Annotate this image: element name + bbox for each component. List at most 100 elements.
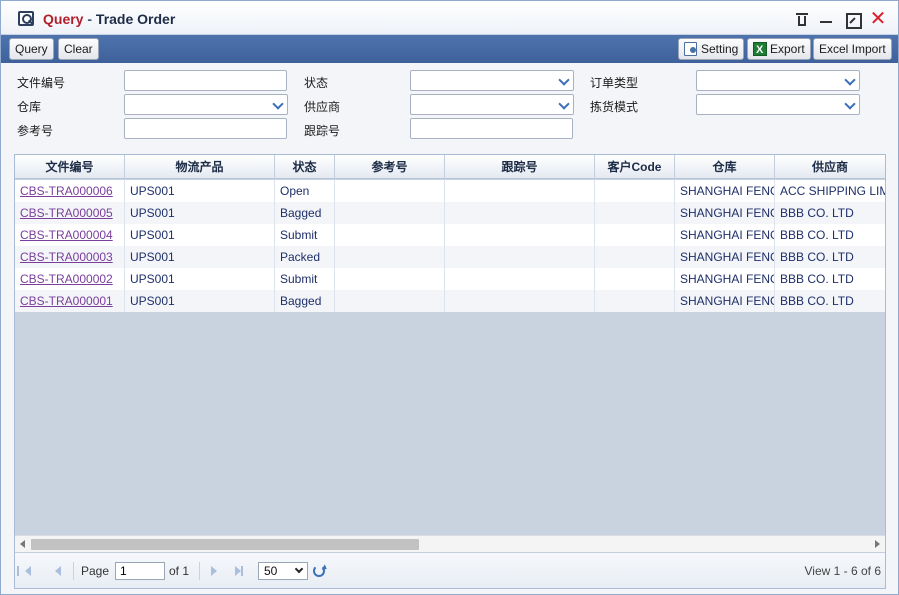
export-button[interactable]: Export bbox=[747, 38, 811, 60]
table-row[interactable]: CBS-TRA000003 UPS001 Packed SHANGHAI FEN… bbox=[15, 246, 885, 268]
cell-warehouse: SHANGHAI FENG bbox=[675, 246, 775, 268]
cell-supplier: BBB CO. LTD bbox=[780, 206, 854, 220]
cell-warehouse: SHANGHAI FENG bbox=[675, 290, 775, 312]
cell-reference bbox=[335, 290, 445, 312]
column-header[interactable]: 物流产品 bbox=[125, 155, 275, 179]
title-query: Query bbox=[43, 11, 84, 27]
cell-tracking bbox=[445, 224, 595, 246]
doc-no-link[interactable]: CBS-TRA000006 bbox=[20, 184, 113, 198]
cell-product: UPS001 bbox=[125, 246, 275, 268]
pager-divider bbox=[73, 562, 74, 580]
cell-status: Submit bbox=[275, 268, 335, 290]
chevron-down-icon bbox=[844, 74, 856, 86]
clear-button[interactable]: Clear bbox=[58, 38, 99, 60]
cell-reference bbox=[335, 180, 445, 202]
cell-warehouse: SHANGHAI FENG bbox=[675, 224, 775, 246]
cell-supplier: ACC SHIPPING LIMITED bbox=[780, 184, 885, 198]
close-icon[interactable]: ✕ bbox=[869, 9, 887, 29]
column-header[interactable]: 文件编号 bbox=[15, 155, 125, 179]
picking-mode-select[interactable] bbox=[696, 94, 860, 115]
scroll-right-icon[interactable] bbox=[875, 540, 880, 548]
column-header[interactable]: 客户Code bbox=[595, 155, 675, 179]
warehouse-select[interactable] bbox=[124, 94, 288, 115]
cell-customer-code bbox=[595, 224, 675, 246]
setting-icon bbox=[684, 42, 697, 56]
cell-tracking bbox=[445, 290, 595, 312]
horizontal-scrollbar[interactable] bbox=[15, 535, 885, 552]
doc-no-link[interactable]: CBS-TRA000005 bbox=[20, 206, 113, 220]
chevron-down-icon bbox=[294, 564, 304, 574]
pager: Page of 1 50 View 1 - 6 of 6 bbox=[15, 552, 885, 588]
setting-button[interactable]: Setting bbox=[678, 38, 745, 60]
last-page-icon[interactable] bbox=[235, 566, 243, 576]
page-label: Page bbox=[81, 564, 110, 578]
query-button[interactable]: Query bbox=[9, 38, 54, 60]
scroll-left-icon[interactable] bbox=[20, 540, 25, 548]
reference-input[interactable] bbox=[124, 118, 287, 139]
column-header[interactable]: 供应商 bbox=[775, 155, 885, 179]
column-header[interactable]: 状态 bbox=[275, 155, 335, 179]
warehouse-label: 仓库 bbox=[17, 100, 42, 114]
trash-icon[interactable] bbox=[793, 10, 811, 28]
doc-no-input[interactable] bbox=[124, 70, 287, 91]
table-row[interactable]: CBS-TRA000001 UPS001 Bagged SHANGHAI FEN… bbox=[15, 290, 885, 312]
title-bar: Query - Trade Order ✕ bbox=[1, 1, 898, 35]
order-type-label: 订单类型 bbox=[590, 76, 639, 90]
prev-page-icon[interactable] bbox=[55, 566, 61, 576]
first-page-icon[interactable] bbox=[17, 566, 31, 576]
cell-supplier: BBB CO. LTD bbox=[780, 228, 854, 242]
column-header[interactable]: 跟踪号 bbox=[445, 155, 595, 179]
refresh-icon[interactable] bbox=[313, 565, 325, 577]
search-form: 文件编号 状态 订单类型 仓库 供应商 拣货模式 参考号 跟踪号 bbox=[1, 63, 898, 147]
page-size-select[interactable]: 50 bbox=[258, 562, 308, 580]
cell-reference bbox=[335, 246, 445, 268]
cell-status: Bagged bbox=[275, 202, 335, 224]
doc-no-link[interactable]: CBS-TRA000001 bbox=[20, 294, 113, 308]
table-row[interactable]: CBS-TRA000004 UPS001 Submit SHANGHAI FEN… bbox=[15, 224, 885, 246]
cell-warehouse: SHANGHAI FENG bbox=[675, 202, 775, 224]
supplier-label: 供应商 bbox=[304, 100, 341, 114]
table-row[interactable]: CBS-TRA000005 UPS001 Bagged SHANGHAI FEN… bbox=[15, 202, 885, 224]
doc-no-link[interactable]: CBS-TRA000003 bbox=[20, 250, 113, 264]
setting-label: Setting bbox=[701, 42, 739, 56]
page-number-input[interactable] bbox=[115, 562, 165, 580]
cell-status: Bagged bbox=[275, 290, 335, 312]
title-separator: - bbox=[83, 11, 96, 27]
maximize-icon[interactable] bbox=[843, 10, 862, 29]
column-header[interactable]: 参考号 bbox=[335, 155, 445, 179]
pager-divider bbox=[199, 562, 200, 580]
trade-order-window: Query - Trade Order ✕ Query Clear Settin… bbox=[0, 0, 899, 595]
reference-label: 参考号 bbox=[17, 124, 54, 138]
trade-order-grid: 文件编号 物流产品 状态 参考号 跟踪号 客户Code 仓库 供应商 CBS-T… bbox=[14, 154, 886, 589]
minimize-icon[interactable] bbox=[817, 10, 835, 28]
cell-customer-code bbox=[595, 180, 675, 202]
cell-warehouse: SHANGHAI FENG bbox=[675, 180, 775, 202]
supplier-select[interactable] bbox=[410, 94, 574, 115]
scroll-thumb[interactable] bbox=[31, 539, 419, 550]
page-size-value: 50 bbox=[264, 564, 278, 578]
cell-customer-code bbox=[595, 246, 675, 268]
title-trade-order: Trade Order bbox=[95, 11, 176, 27]
cell-product: UPS001 bbox=[125, 268, 275, 290]
cell-status: Open bbox=[275, 180, 335, 202]
next-page-icon[interactable] bbox=[211, 566, 217, 576]
column-header[interactable]: 仓库 bbox=[675, 155, 775, 179]
cell-supplier: BBB CO. LTD bbox=[780, 272, 854, 286]
doc-no-label: 文件编号 bbox=[17, 76, 66, 90]
table-row[interactable]: CBS-TRA000006 UPS001 Open SHANGHAI FENG … bbox=[15, 180, 885, 202]
order-type-select[interactable] bbox=[696, 70, 860, 91]
cell-customer-code bbox=[595, 290, 675, 312]
doc-no-link[interactable]: CBS-TRA000002 bbox=[20, 272, 113, 286]
cell-product: UPS001 bbox=[125, 202, 275, 224]
status-select[interactable] bbox=[410, 70, 574, 91]
table-row[interactable]: CBS-TRA000002 UPS001 Submit SHANGHAI FEN… bbox=[15, 268, 885, 290]
cell-warehouse: SHANGHAI FENG bbox=[675, 268, 775, 290]
cell-supplier: BBB CO. LTD bbox=[780, 294, 854, 308]
excel-export-icon bbox=[753, 40, 767, 60]
doc-no-link[interactable]: CBS-TRA000004 bbox=[20, 228, 113, 242]
grid-body: CBS-TRA000006 UPS001 Open SHANGHAI FENG … bbox=[15, 180, 885, 312]
tracking-label: 跟踪号 bbox=[304, 124, 341, 138]
excel-import-button[interactable]: Excel Import bbox=[813, 38, 892, 60]
tracking-input[interactable] bbox=[410, 118, 573, 139]
picking-mode-label: 拣货模式 bbox=[590, 100, 639, 114]
